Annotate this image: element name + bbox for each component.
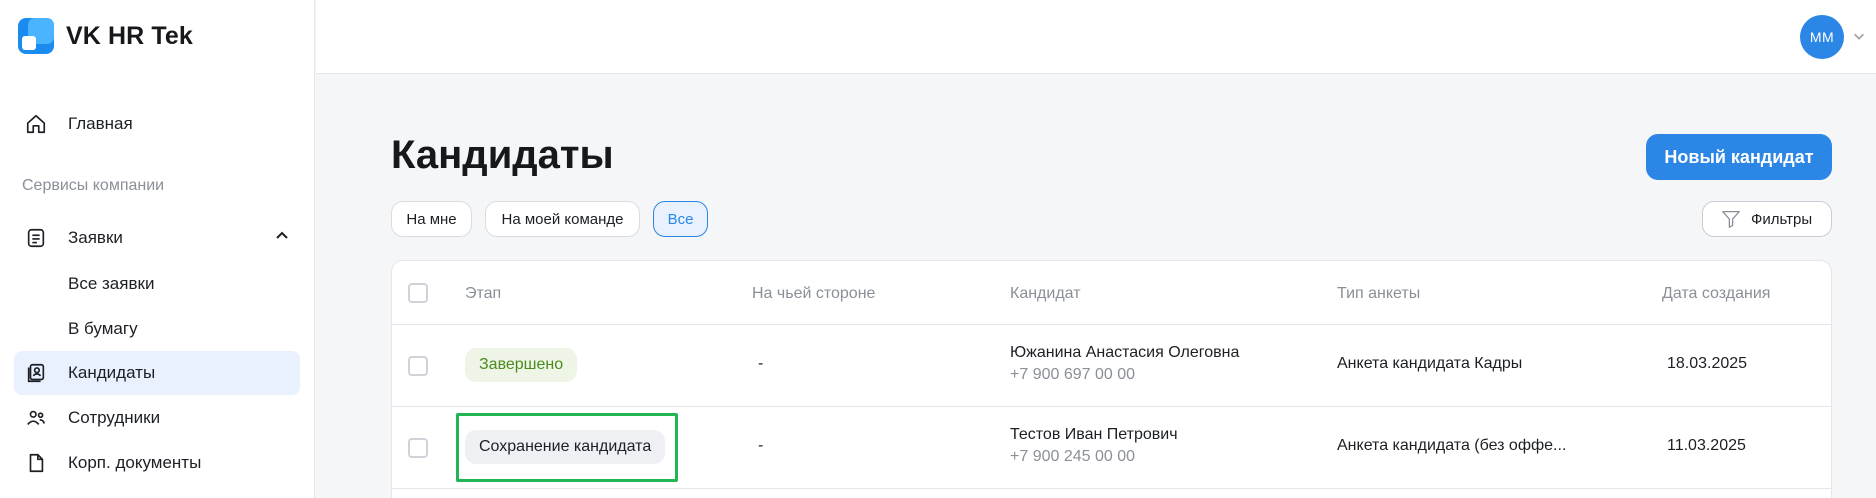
column-header-candidate[interactable]: Кандидат [1010,285,1081,303]
app-logo[interactable]: VK HR Tek [18,18,193,54]
row-checkbox[interactable] [408,356,428,376]
column-header-form-type[interactable]: Тип анкеты [1337,285,1420,303]
form-type-cell: Анкета кандидата (без оффе... [1337,437,1567,454]
chip-all[interactable]: Все [653,201,708,237]
candidate-phone: +7 900 245 00 00 [1010,448,1136,465]
chevron-up-icon[interactable] [274,228,290,249]
candidates-icon [24,361,48,385]
filter-icon [1721,210,1741,228]
sidebar-item-label: Заявки [68,228,123,247]
sidebar-section-title: Сервисы компании [22,177,165,194]
chip-my-team[interactable]: На моей команде [485,201,640,237]
created-date-cell: 18.03.2025 [1667,355,1748,372]
side-cell: - [758,437,764,454]
status-badge: Завершено [465,348,578,382]
top-bar: ММ [316,0,1876,74]
sidebar-item-corp-docs[interactable]: Корп. документы [14,441,300,485]
sidebar-item-label: Сотрудники [68,408,161,427]
side-cell: - [758,355,764,372]
sidebar-subitem-to-paper[interactable]: В бумагу [68,319,138,339]
sidebar-subitem-all-requests[interactable]: Все заявки [68,274,154,294]
column-header-stage[interactable]: Этап [465,285,501,303]
filters-label: Фильтры [1751,210,1813,228]
candidate-phone: +7 900 697 00 00 [1010,366,1136,383]
filters-button[interactable]: Фильтры [1702,201,1832,237]
candidate-name[interactable]: Южанина Анастасия Олеговна [1010,344,1239,362]
divider [392,324,1831,325]
sidebar-item-label: Корп. документы [68,453,202,472]
document-list-icon [24,226,48,250]
candidate-name[interactable]: Тестов Иван Петрович [1010,426,1178,444]
sidebar-item-home[interactable]: Главная [14,102,300,146]
sidebar-item-requests[interactable]: Заявки [14,216,300,260]
app-name: VK HR Tek [66,21,193,50]
home-icon [24,112,48,136]
created-date-cell: 11.03.2025 [1667,437,1746,454]
page-title: Кандидаты [391,133,614,177]
select-all-checkbox[interactable] [408,283,428,303]
users-icon [24,406,48,430]
divider [392,406,1831,407]
sidebar-item-employees[interactable]: Сотрудники [14,396,300,440]
divider [392,488,1831,489]
column-header-side[interactable]: На чьей стороне [752,285,875,303]
form-type-cell: Анкета кандидата Кадры [1337,355,1523,372]
sidebar-item-candidates[interactable]: Кандидаты [14,351,300,395]
logo-icon [18,18,54,54]
new-candidate-button[interactable]: Новый кандидат [1646,134,1832,180]
column-header-created[interactable]: Дата создания [1662,285,1770,303]
chevron-down-icon[interactable] [1852,29,1866,48]
highlight-box [456,413,678,482]
file-icon [24,451,48,475]
sidebar-item-label: Кандидаты [68,363,156,382]
sidebar-item-label: Главная [68,114,133,133]
chip-assigned-to-me[interactable]: На мне [391,201,472,237]
avatar[interactable]: ММ [1800,15,1844,59]
row-checkbox[interactable] [408,438,428,458]
sidebar: VK HR Tek Главная Сервисы компании Заявк… [0,0,315,498]
